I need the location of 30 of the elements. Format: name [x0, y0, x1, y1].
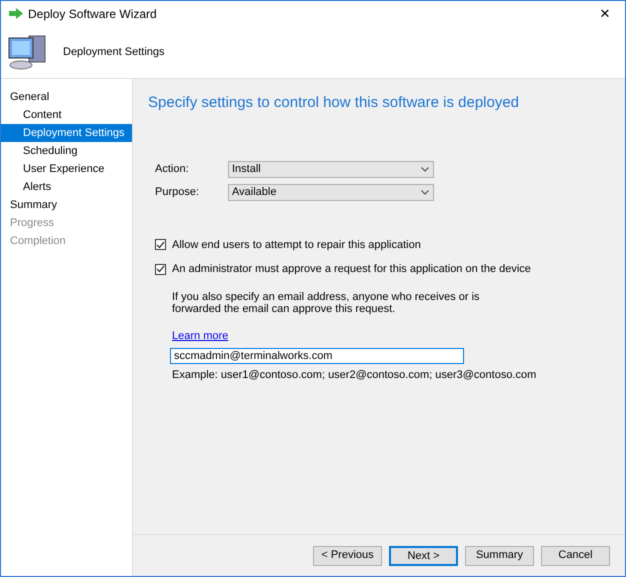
nav-item[interactable]: User Experience [1, 160, 132, 178]
checkbox-label: Allow end users to attempt to repair this application [172, 238, 421, 252]
nav-item[interactable]: Summary [1, 196, 132, 214]
window-title: Deploy Software Wizard [28, 6, 157, 22]
example-text: Example: user1@contoso.com; user2@contoso.com; user3@contoso.com [172, 368, 538, 383]
field-label: Purpose: [155, 184, 200, 200]
heading: Specify settings to control how this software is deployed [148, 93, 520, 113]
checkbox[interactable] [155, 264, 166, 275]
close-button[interactable]: ✕ [585, 2, 625, 24]
caret-icon [421, 190, 429, 194]
arrow-icon [9, 8, 23, 19]
wizard-button[interactable]: Summary [465, 546, 534, 566]
checkbox[interactable] [155, 239, 166, 250]
caret-icon [421, 166, 429, 172]
nav-item[interactable]: Deployment Settings [1, 124, 132, 142]
email-field[interactable]: sccmadmin@terminalworks.com [170, 348, 464, 364]
learn-more-link[interactable]: Learn more [172, 328, 228, 344]
dropdown[interactable]: Available [228, 184, 434, 200]
wizard-button[interactable]: Next > [389, 546, 458, 566]
wizard-button[interactable]: Cancel [541, 546, 610, 566]
wizard-button[interactable]: < Previous [313, 546, 382, 566]
nav-item[interactable]: General [1, 88, 132, 106]
checkbox-label: An administrator must approve a request for this application on the device [172, 262, 531, 277]
field-label: Action: [155, 162, 190, 177]
nav-item[interactable]: Content [1, 106, 132, 124]
page-title: Deployment Settings [63, 44, 164, 60]
nav-item[interactable]: Scheduling [1, 142, 132, 160]
note-text: If you also specify an email address, anyone who receives or is forwarded the email can approve this request. [172, 290, 481, 314]
nav-item[interactable]: Alerts [1, 178, 132, 196]
dropdown[interactable]: Install [228, 160, 434, 178]
